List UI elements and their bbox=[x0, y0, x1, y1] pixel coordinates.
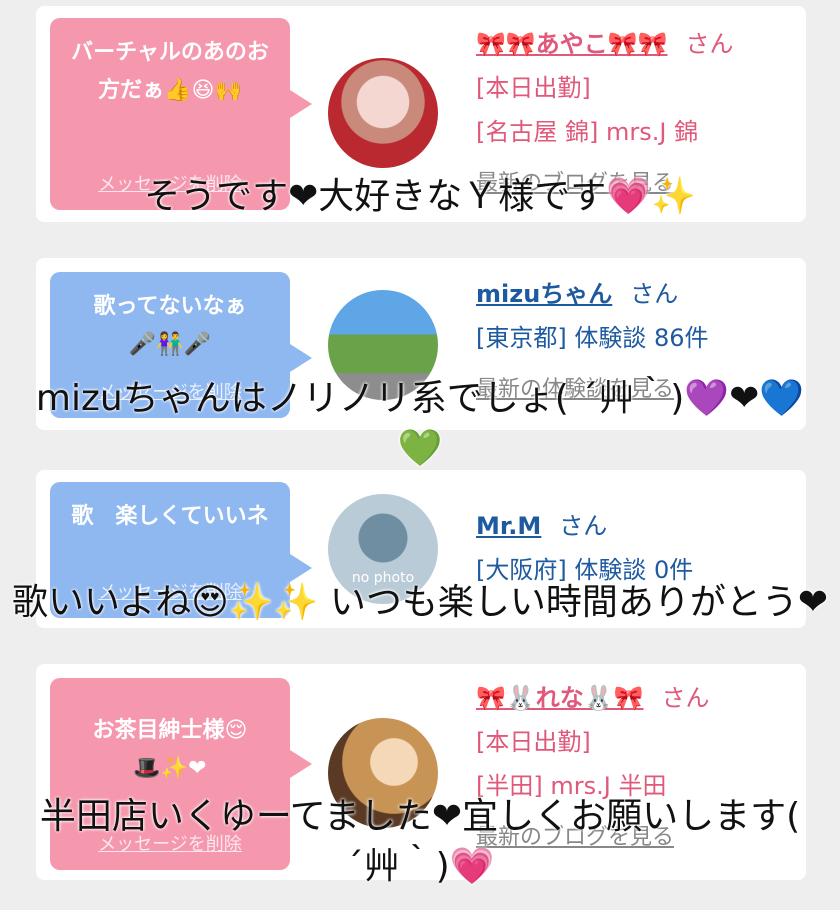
message-text: バーチャルのあのお方だぁ👍😆🙌 bbox=[71, 40, 269, 103]
status-text: [本日出勤] bbox=[476, 728, 591, 756]
honorific: さん bbox=[661, 684, 710, 712]
honorific: さん bbox=[685, 30, 734, 58]
caption-reply-4: 半田店いくゆーてました❤宜しくお願いします( ´艸｀)💗 bbox=[39, 796, 801, 887]
message-text: お茶目紳士様😌🎩✨❤ bbox=[92, 718, 248, 781]
profile-name-link[interactable]: mizuちゃん bbox=[476, 280, 612, 308]
message-text: 歌 楽しくていいネ bbox=[71, 504, 269, 529]
honorific: さん bbox=[630, 280, 679, 308]
caption-reply-3: 歌いいよね😍✨✨ いつも楽しい時間ありがとう❤ bbox=[11, 582, 829, 623]
caption-reply-2: mizuちゃんはノリノリ系でしょ( ´艸｀)💜❤💙💚 bbox=[35, 378, 805, 469]
area-review-text: [東京都] 体験談 86件 bbox=[476, 324, 709, 352]
profile-name-link[interactable]: 🎀🎀あやこ🎀🎀 bbox=[476, 30, 668, 58]
avatar[interactable] bbox=[328, 58, 438, 168]
message-text: 歌ってないなぁ🎤👫🎤 bbox=[93, 294, 247, 357]
profile-name-link[interactable]: Mr.M bbox=[476, 512, 541, 540]
honorific: さん bbox=[559, 512, 608, 540]
profile-name-link[interactable]: 🎀🐰れな🐰🎀 bbox=[476, 684, 644, 712]
caption-reply-1: そうです❤大好きなＹ様です💗✨ bbox=[144, 176, 696, 217]
shop-text: [名古屋 錦] mrs.J 錦 bbox=[476, 118, 699, 146]
status-text: [本日出勤] bbox=[476, 74, 591, 102]
